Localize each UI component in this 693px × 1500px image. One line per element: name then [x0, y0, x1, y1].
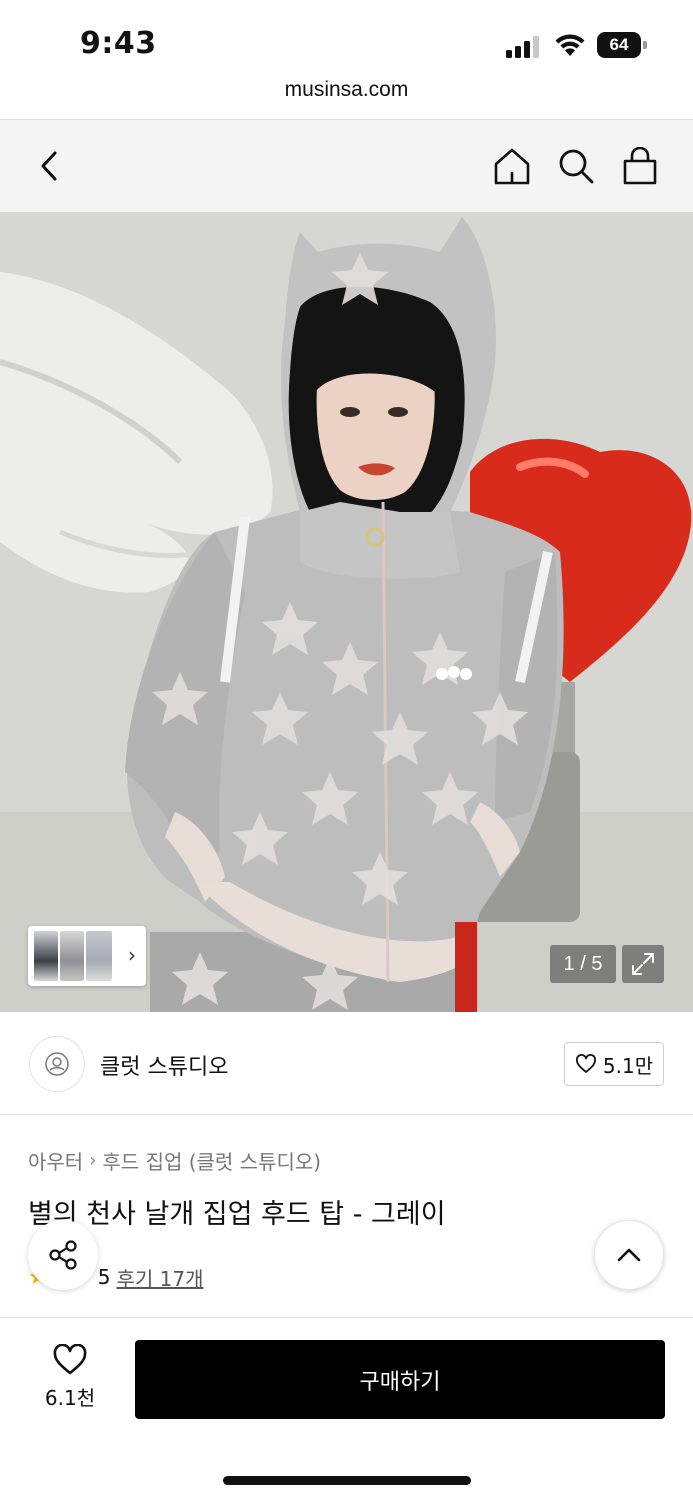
home-icon: [494, 148, 530, 185]
battery-icon: 64: [597, 32, 647, 58]
heart-icon: [575, 1054, 596, 1073]
expand-image-button[interactable]: [622, 945, 664, 983]
breadcrumb-category[interactable]: 아우터: [28, 1146, 83, 1175]
thumbnail-image[interactable]: [34, 931, 58, 981]
brand-like-count: 5.1만: [602, 1053, 654, 1078]
share-icon: [49, 1240, 77, 1270]
thumbnail-image[interactable]: [60, 931, 84, 981]
breadcrumb-subcategory[interactable]: 후드 집업 (클럿 스튜디오): [102, 1146, 321, 1175]
shopping-bag-icon: [623, 147, 657, 185]
breadcrumb: 아우터 › 후드 집업 (클럿 스튜디오): [28, 1146, 321, 1175]
buy-button[interactable]: 구매하기: [135, 1340, 665, 1419]
product-title: 별의 천사 날개 집업 후드 탑 - 그레이: [28, 1199, 446, 1230]
scroll-top-button[interactable]: [594, 1220, 664, 1290]
thumbnail-next-icon[interactable]: ›: [128, 943, 136, 967]
breadcrumb-separator: ›: [89, 1150, 97, 1171]
bottom-action-bar: 6.1천 구매하기: [0, 1317, 693, 1500]
search-icon: [559, 149, 594, 184]
product-photo: [0, 212, 693, 1012]
wishlist-count: 6.1천: [44, 1386, 96, 1410]
browser-url[interactable]: musinsa.com: [0, 78, 693, 118]
cellular-signal-icon: [506, 34, 542, 58]
rating-value: 5: [97, 1265, 111, 1289]
image-counter: 1 / 5: [550, 945, 616, 983]
thumbnail-image[interactable]: [86, 931, 112, 981]
battery-level: 64: [597, 32, 641, 58]
expand-icon: [632, 953, 654, 975]
product-image-gallery[interactable]: › 1 / 5: [0, 212, 693, 1012]
brand-name[interactable]: 클럿 스튜디오: [100, 1049, 228, 1081]
cart-button[interactable]: [618, 144, 662, 188]
heart-icon: [53, 1343, 87, 1375]
chevron-up-icon: [617, 1248, 641, 1262]
status-time: 9:43: [80, 26, 157, 61]
thumbnail-strip[interactable]: ›: [28, 926, 146, 986]
wishlist-button[interactable]: 6.1천: [30, 1343, 110, 1414]
share-button[interactable]: [28, 1220, 98, 1290]
back-button[interactable]: [28, 144, 72, 188]
home-button[interactable]: [490, 144, 534, 188]
status-bar: 9:43 64: [0, 0, 693, 80]
brand-like-button[interactable]: 5.1만: [564, 1042, 664, 1086]
brand-logo[interactable]: [29, 1036, 85, 1092]
wifi-icon: [555, 34, 585, 56]
review-count-link[interactable]: 후기 17개: [116, 1263, 203, 1292]
search-button[interactable]: [554, 144, 598, 188]
home-indicator: [223, 1476, 471, 1485]
brand-emblem-icon: [45, 1052, 69, 1076]
product-nav-bar: [0, 119, 693, 212]
chevron-left-icon: [41, 151, 57, 181]
brand-row: 클럿 스튜디오 5.1만: [0, 1012, 693, 1115]
